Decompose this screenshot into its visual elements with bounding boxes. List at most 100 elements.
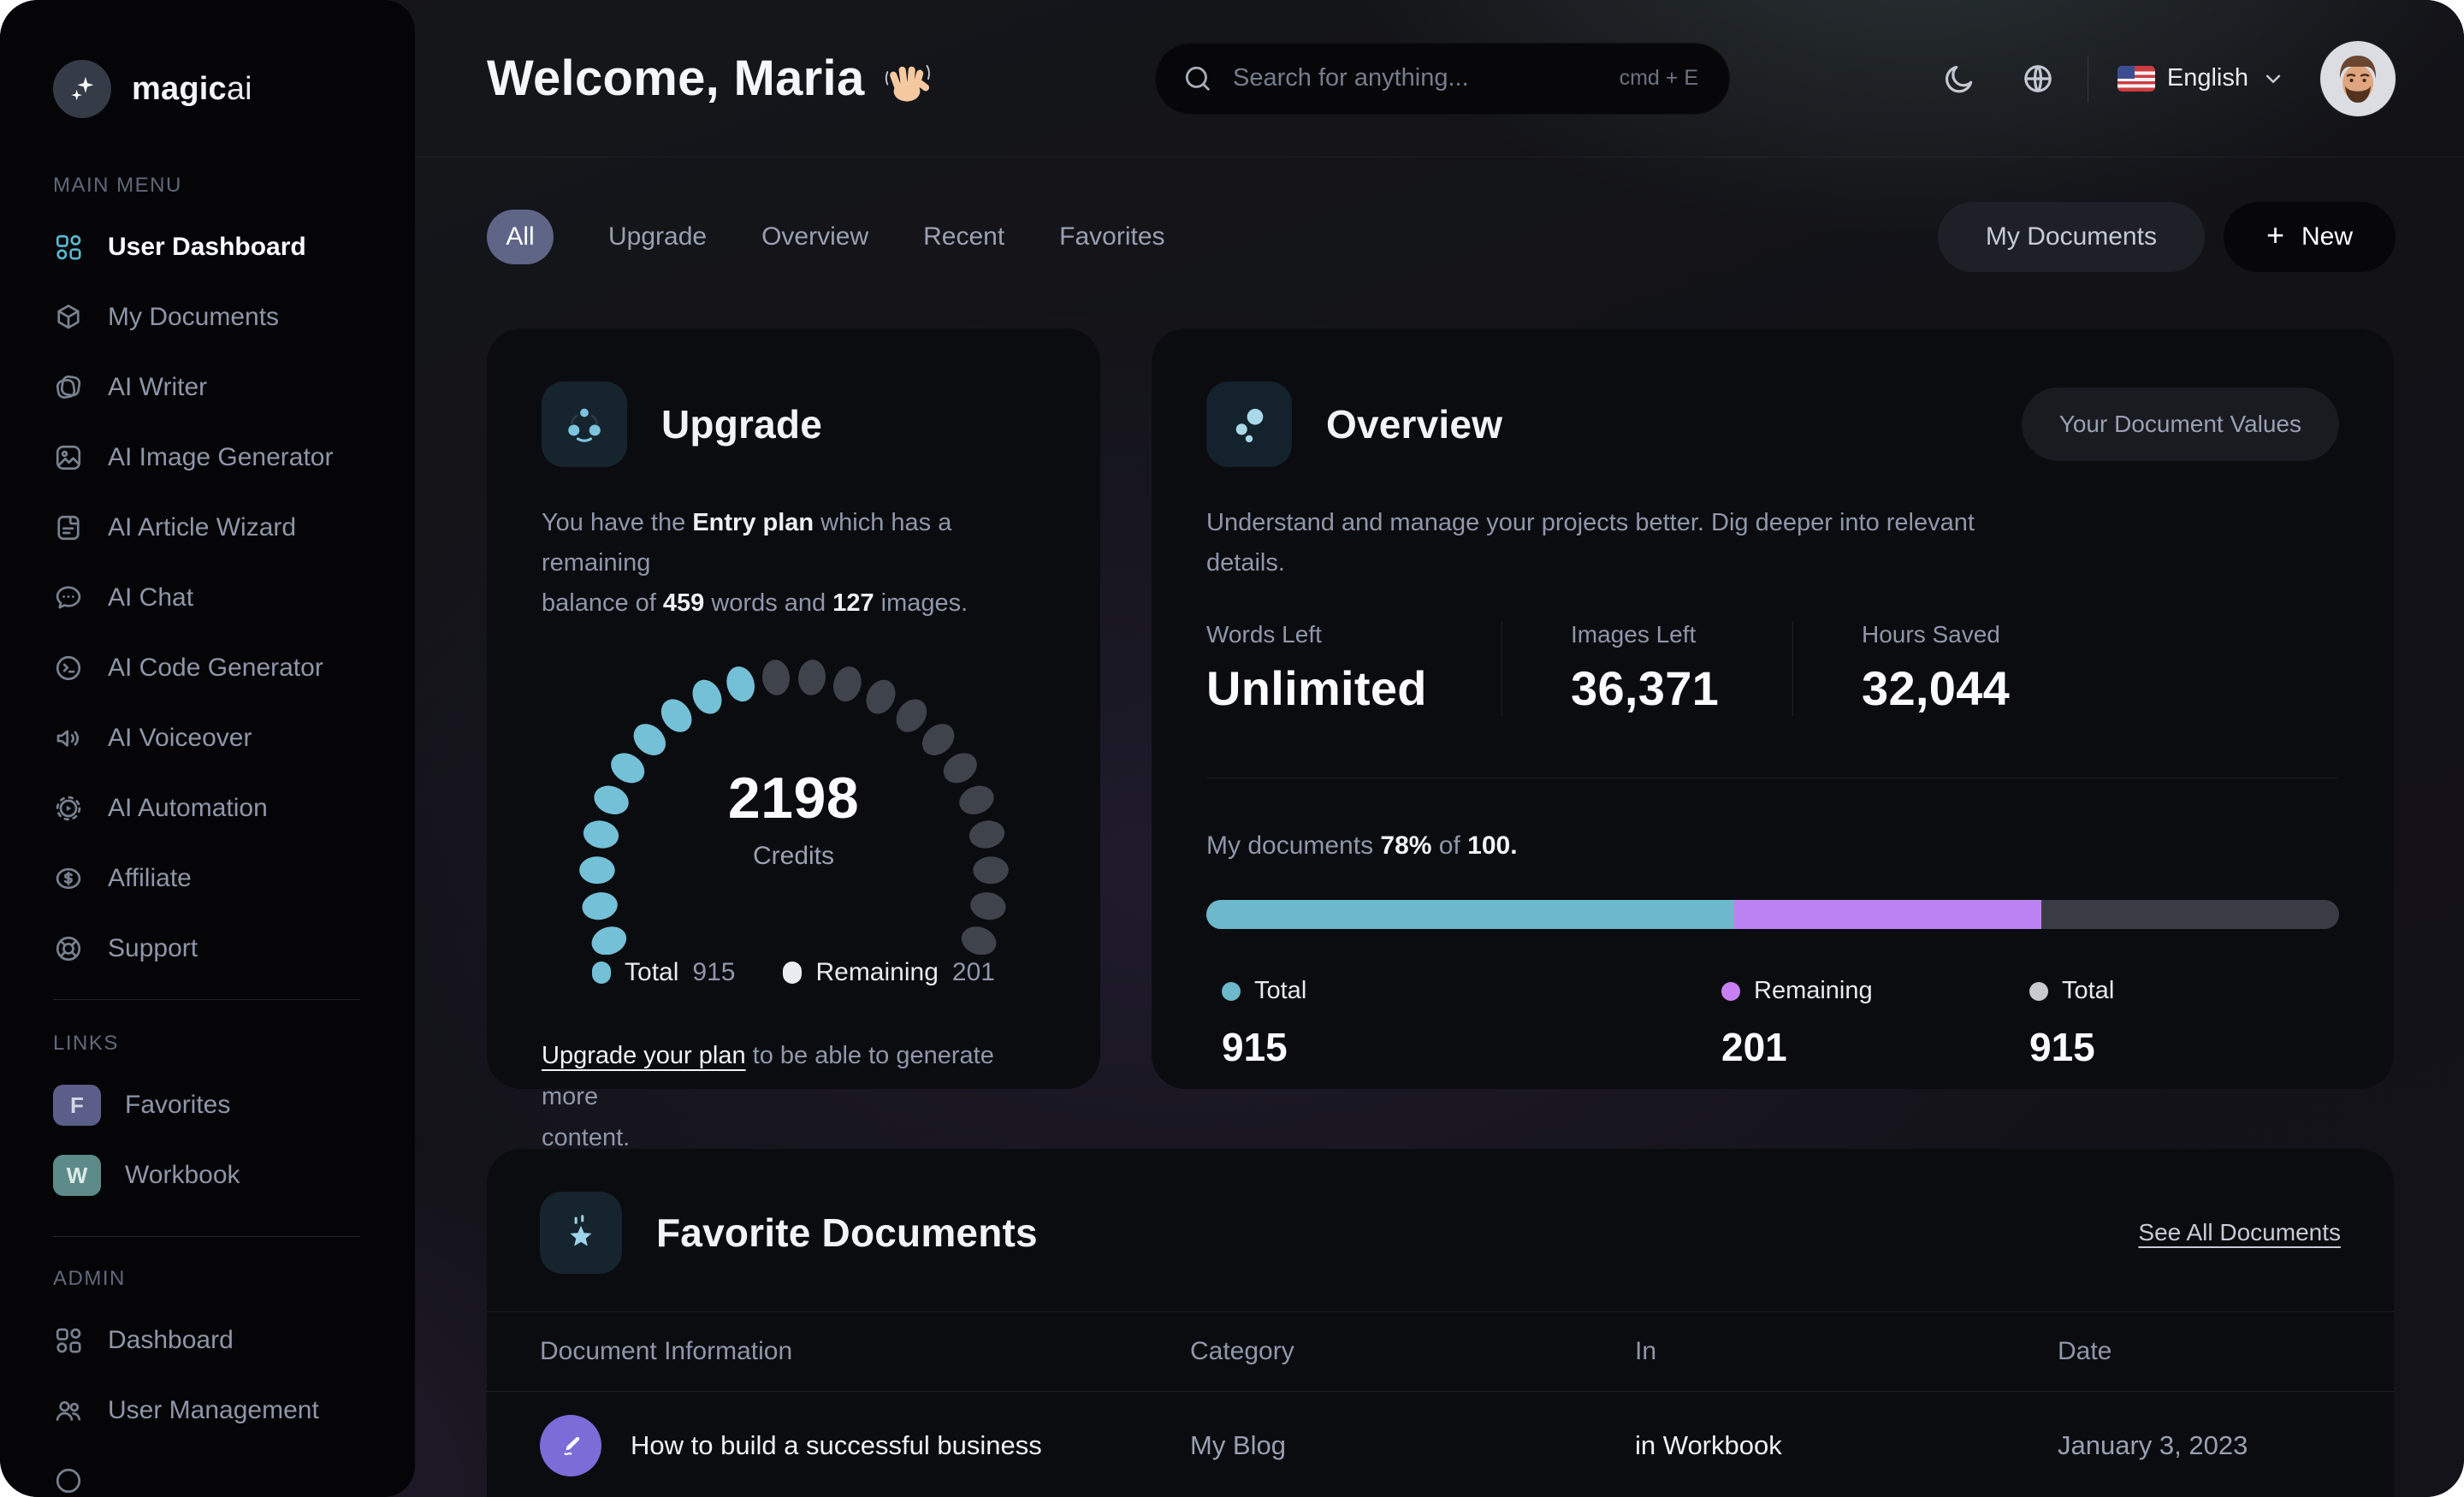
column-in: In	[1635, 1337, 1657, 1365]
dollar-icon	[53, 863, 84, 894]
search-icon	[1185, 66, 1210, 91]
progress-legend-total: Total 915	[1222, 977, 1307, 1069]
tab-recent[interactable]: Recent	[923, 222, 1004, 251]
chevron-down-icon	[2266, 74, 2281, 83]
sidebar-item-affiliate[interactable]: Affiliate	[53, 843, 367, 914]
tab-upgrade[interactable]: Upgrade	[608, 222, 707, 251]
user-avatar[interactable]	[2320, 40, 2396, 116]
sidebar-section-links: LINKS	[53, 1032, 119, 1055]
sidebar-nav-main: User Dashboard My Documents AI Writer AI…	[53, 212, 367, 984]
sidebar-item-workbook[interactable]: W Workbook	[53, 1140, 367, 1210]
sidebar-item-ai-automation[interactable]: AI Automation	[53, 773, 367, 843]
stat-hours-saved: Hours Saved 32,044	[1792, 621, 2027, 716]
users-icon	[53, 1395, 84, 1426]
sidebar-item-label: Support	[108, 934, 198, 962]
my-documents-button[interactable]: My Documents	[1937, 202, 2205, 272]
legend-dot-remaining	[1721, 981, 1740, 1001]
sidebar-item-ai-writer[interactable]: AI Writer	[53, 352, 367, 423]
star-sparkle-icon	[540, 1192, 622, 1274]
documents-progress-text: My documents 78% of 100.	[1206, 831, 1518, 860]
header-actions: English	[1940, 40, 2396, 116]
life-ring-icon	[53, 933, 84, 964]
cube-icon	[53, 302, 84, 333]
progress-legend: Total 915 Remaining 201 Total 915	[1206, 977, 2339, 1070]
legend-dot-total	[2029, 981, 2048, 1001]
tab-all[interactable]: All	[487, 210, 554, 264]
page-title: Welcome, Maria	[487, 50, 932, 107]
sidebar-item-my-documents[interactable]: My Documents	[53, 282, 367, 352]
progress-segment-total	[1206, 900, 1734, 929]
column-category: Category	[1190, 1337, 1294, 1365]
sidebar-item-favorites[interactable]: F Favorites	[53, 1070, 367, 1140]
sidebar-item-label: AI Voiceover	[108, 724, 252, 752]
table-row[interactable]: How to build a successful business My Bl…	[487, 1392, 2394, 1497]
upgrade-card: Upgrade You have the Entry plan which ha…	[487, 328, 1100, 1151]
search-bar[interactable]: cmd + E	[1155, 42, 1730, 115]
upgrade-plan-link[interactable]: Upgrade your plan	[542, 1042, 746, 1069]
sidebar-item-ai-voiceover[interactable]: AI Voiceover	[53, 703, 367, 773]
sidebar-item-ai-article-wizard[interactable]: AI Article Wizard	[53, 493, 367, 563]
tab-favorites[interactable]: Favorites	[1059, 222, 1164, 251]
credits-gauge: 2198 Credits	[546, 648, 1042, 955]
sidebar-item-user-management[interactable]: User Management	[53, 1376, 367, 1446]
sidebar-item-label: AI Writer	[108, 373, 208, 401]
column-date: Date	[2058, 1337, 2112, 1365]
search-shortcut: cmd + E	[1619, 66, 1698, 90]
document-title: How to build a successful business	[631, 1430, 1042, 1460]
sidebar-item-support[interactable]: Support	[53, 914, 367, 984]
filter-tabs: All Upgrade Overview Recent Favorites My…	[415, 202, 2464, 272]
sidebar-item-label: Favorites	[125, 1091, 231, 1119]
sidebar-item-label: AI Automation	[108, 794, 268, 822]
circle-icon	[53, 1465, 84, 1496]
plus-icon: +	[2266, 217, 2284, 252]
sidebar-item-label: Affiliate	[108, 864, 192, 892]
moon-icon[interactable]	[1940, 60, 1978, 98]
sidebar-item-partial[interactable]	[53, 1446, 367, 1497]
sidebar-section-main-menu: MAIN MENU	[53, 174, 182, 197]
globe-icon[interactable]	[2019, 60, 2057, 98]
new-button[interactable]: + New	[2223, 202, 2396, 272]
sidebar-item-label: User Dashboard	[108, 233, 306, 261]
table-header: Document Information Category In Date	[487, 1312, 2394, 1391]
document-location: in Workbook	[1635, 1430, 1782, 1460]
search-input[interactable]	[1231, 63, 1602, 93]
stacked-cards-icon	[53, 372, 84, 403]
language-selector[interactable]: English	[2117, 64, 2286, 92]
cluster-dots-icon	[1206, 382, 1292, 467]
tab-overview[interactable]: Overview	[761, 222, 868, 251]
sidebar-nav-links: F Favorites W Workbook	[53, 1070, 367, 1210]
sidebar-item-admin-dashboard[interactable]: Dashboard	[53, 1305, 367, 1376]
grid-icon	[53, 1325, 84, 1356]
legend-remaining: Remaining 201	[783, 958, 995, 987]
sidebar-item-label: AI Image Generator	[108, 443, 334, 471]
sidebar-item-label: AI Chat	[108, 583, 194, 612]
credits-value: 2198	[727, 766, 860, 831]
sidebar-nav-admin: Dashboard User Management	[53, 1305, 367, 1497]
legend-total: Total 915	[592, 958, 735, 987]
see-all-documents-link[interactable]: See All Documents	[2138, 1219, 2341, 1246]
brand-logo[interactable]: magicai	[53, 60, 367, 118]
overview-card-description: Understand and manage your projects bett…	[1206, 509, 1975, 577]
progress-legend-remaining: Remaining 201	[1721, 977, 1873, 1069]
us-flag-icon	[2117, 65, 2155, 92]
sidebar-item-ai-code-generator[interactable]: AI Code Generator	[53, 633, 367, 703]
sidebar-item-label: My Documents	[108, 303, 280, 331]
upgrade-footer: Upgrade your plan to be able to generate…	[542, 1042, 994, 1151]
cards-row: Upgrade You have the Entry plan which ha…	[415, 328, 2464, 1151]
sidebar-item-label: Workbook	[125, 1161, 240, 1189]
sidebar-divider	[53, 999, 360, 1000]
sidebar-item-label: AI Article Wizard	[108, 513, 297, 541]
main-content: Welcome, Maria cmd + E	[415, 0, 2464, 1497]
image-icon	[53, 442, 84, 473]
terminal-icon	[53, 653, 84, 683]
sidebar-item-ai-image-generator[interactable]: AI Image Generator	[53, 423, 367, 493]
legend-dot-total	[1222, 981, 1241, 1001]
waving-hand-icon	[885, 64, 930, 102]
your-document-values-button[interactable]: Your Document Values	[2021, 388, 2339, 461]
overview-card-title: Overview	[1326, 402, 1503, 447]
sidebar-item-user-dashboard[interactable]: User Dashboard	[53, 212, 367, 282]
share-dots-icon	[542, 382, 627, 467]
sidebar-item-ai-chat[interactable]: AI Chat	[53, 563, 367, 633]
gauge-legend: Total 915 Remaining 201	[542, 958, 1045, 987]
overview-card: Overview Your Document Values Understand…	[1152, 328, 2394, 1089]
